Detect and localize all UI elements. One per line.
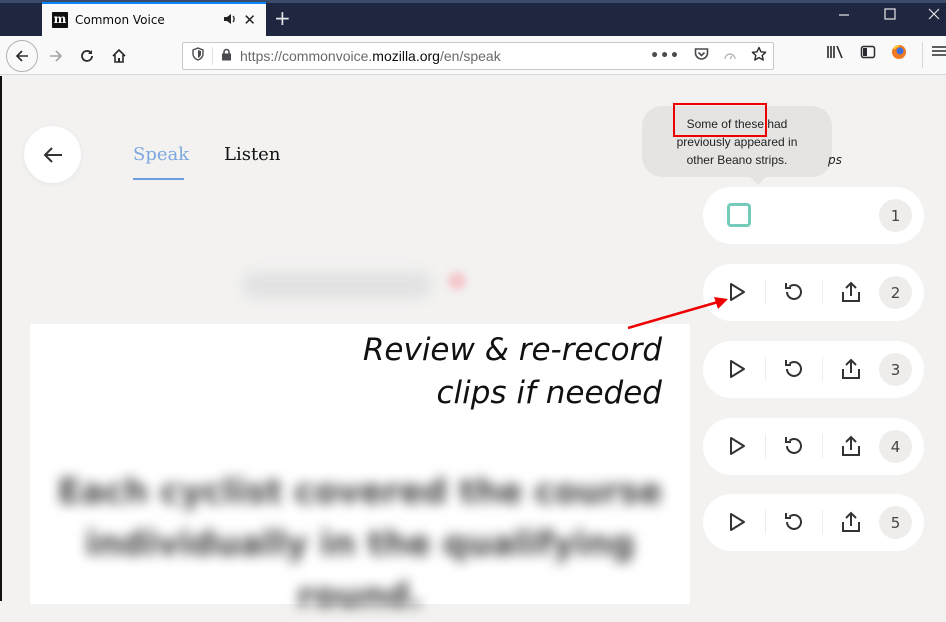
highlight-box [673,103,767,137]
play-icon[interactable] [723,355,751,383]
tooltip-tail-text: ps [828,153,842,167]
browser-navbar: https://commonvoice.mozilla.org/en/speak… [0,36,946,75]
divider [822,434,823,458]
firefox-account-icon[interactable] [891,44,907,60]
tab-speak[interactable]: Speak [133,144,189,165]
lock-icon[interactable] [221,48,232,64]
clip-row: 3 [703,341,924,398]
divider [765,357,766,381]
annotation-text: Review & re-record clips if needed [363,329,662,415]
hamburger-menu-icon[interactable] [932,44,946,58]
active-tab-underline [133,178,184,180]
clip-number: 2 [879,276,912,309]
rerecord-icon[interactable] [780,432,808,460]
tracking-protection-shield-icon[interactable] [183,47,213,65]
common-voice-favicon-icon: m [52,12,68,28]
maximize-icon[interactable] [884,8,896,24]
toolbar-divider [922,42,923,68]
blurred-record-indicator [448,272,466,290]
play-icon[interactable] [723,508,751,536]
url-domain: mozilla.org [372,48,440,64]
forward-button[interactable] [42,42,70,70]
back-button[interactable] [6,40,38,72]
new-tab-button[interactable]: + [274,6,291,30]
reload-icon [81,50,93,62]
clip-number: 1 [879,199,912,232]
home-icon [112,48,126,63]
bookmark-star-icon[interactable] [751,46,767,66]
share-icon[interactable] [837,355,865,383]
divider [765,510,766,534]
red-arrow-annotation [627,297,728,330]
rerecord-icon[interactable] [780,508,808,536]
speaker-icon[interactable] [223,13,237,28]
divider [765,280,766,304]
back-arrow-icon [15,50,28,62]
page-content: Speak Listen Each cyclist covered the co… [0,76,946,616]
clip-number: 5 [879,506,912,539]
divider [765,434,766,458]
page-back-button[interactable] [24,126,81,183]
browser-titlebar: m Common Voice ✕ + [0,0,946,36]
left-arrow-icon [43,146,62,163]
pocket-icon[interactable] [694,47,709,65]
divider [822,510,823,534]
speedometer-icon[interactable] [723,48,737,64]
home-button[interactable] [105,42,133,70]
tab-title: Common Voice [75,13,165,27]
clip-row: 1 [703,187,924,244]
address-bar[interactable]: https://commonvoice.mozilla.org/en/speak… [182,42,774,70]
library-icon[interactable] [826,44,844,60]
annotation-line: Review & re-record [362,332,662,368]
play-icon[interactable] [723,432,751,460]
recording-square-icon[interactable] [727,203,751,227]
clip-number: 3 [879,353,912,386]
clip-row: 4 [703,418,924,475]
tab-listen[interactable]: Listen [224,144,280,165]
url-prefix: https://commonvoice. [240,48,373,64]
share-icon[interactable] [837,508,865,536]
divider [822,357,823,381]
annotation-line: clips if needed [436,375,662,411]
minimize-icon[interactable] [838,8,850,24]
share-icon[interactable] [837,278,865,306]
rerecord-icon[interactable] [780,355,808,383]
url-text: https://commonvoice.mozilla.org/en/speak [240,48,501,64]
rerecord-icon[interactable] [780,278,808,306]
page-actions-menu-icon[interactable]: ••• [650,48,680,64]
close-tab-icon[interactable]: ✕ [243,11,256,29]
close-window-icon[interactable] [928,8,940,24]
share-icon[interactable] [837,432,865,460]
blurred-instruction-pill [242,272,432,298]
sidebar-toggle-icon[interactable] [860,44,876,60]
divider [822,280,823,304]
clip-row: 5 [703,494,924,551]
url-path: /en/speak [439,48,501,64]
sentence-text: Each cyclist covered the course individu… [57,472,663,616]
reload-button[interactable] [73,42,101,70]
clip-number: 4 [879,430,912,463]
browser-tab[interactable]: m Common Voice ✕ [42,2,266,36]
tooltip-line: other Beano strips. [686,153,788,167]
forward-arrow-icon [50,50,63,62]
